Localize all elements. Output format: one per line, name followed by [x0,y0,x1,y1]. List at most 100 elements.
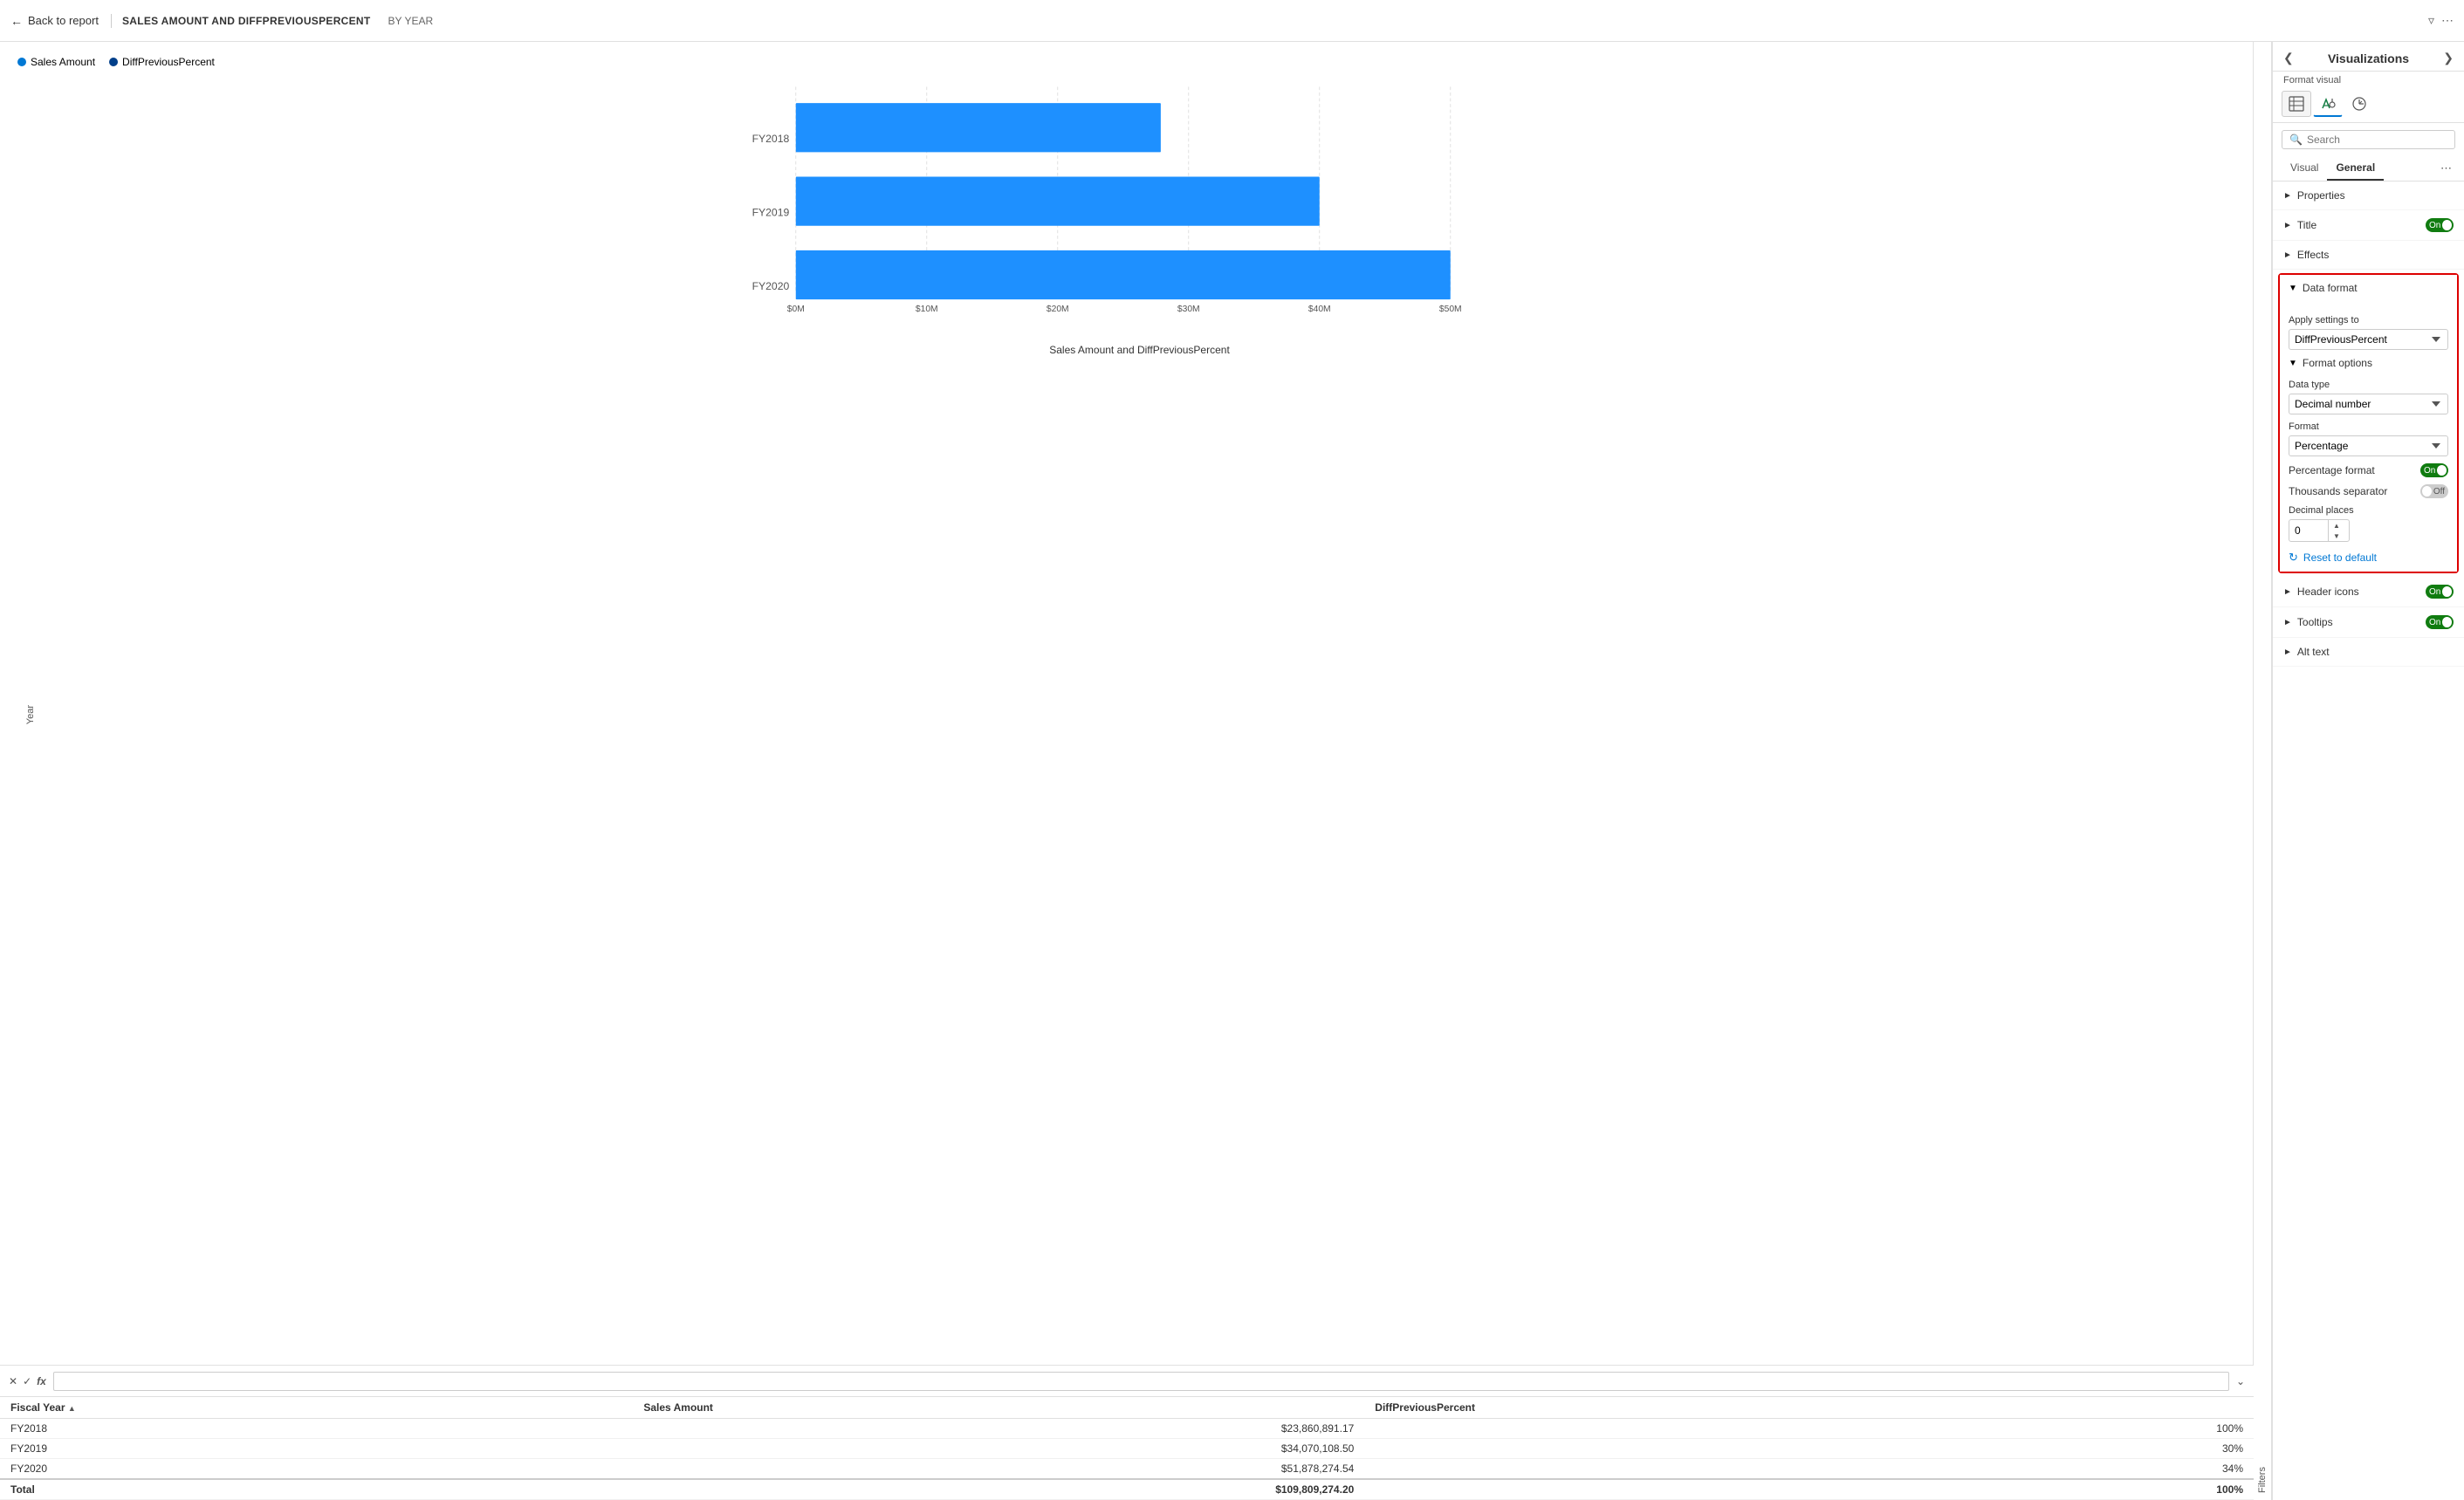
formula-chevron-icon[interactable]: ⌄ [2236,1375,2245,1387]
col-fiscal-year: Fiscal Year ▲ [0,1397,633,1419]
viz-icon-table[interactable] [2282,91,2311,117]
apply-settings-select[interactable]: DiffPreviousPercent [2289,329,2448,350]
legend-dot-sales [17,58,26,66]
close-icon[interactable]: ✕ [9,1375,17,1387]
thousands-separator-label: Thousands separator [2289,485,2387,497]
back-button[interactable]: ← Back to report [10,14,112,28]
svg-text:FY2019: FY2019 [752,207,790,219]
toggle-thumb-hi [2442,586,2452,597]
chart-area: Sales Amount DiffPreviousPercent Year [0,42,2254,1365]
cell-fy2018-diff: 100% [1364,1419,2254,1439]
chevron-down-icon-df: ▼ [2289,284,2297,293]
svg-text:FY2020: FY2020 [752,280,790,292]
cell-fy2018-year: FY2018 [0,1419,633,1439]
filters-tab[interactable]: Filters [2254,42,2272,1500]
legend-label-sales: Sales Amount [31,56,95,68]
data-format-section: ▼ Data format Apply settings to DiffPrev… [2278,273,2459,573]
formula-icons: ✕ ✓ fx [9,1375,46,1387]
viz-panel-title: Visualizations [2328,51,2409,65]
formula-input[interactable] [53,1372,2229,1391]
decimal-places-label: Decimal places [2289,505,2448,516]
viz-icons-row [2273,87,2464,123]
data-format-header[interactable]: ▼ Data format [2280,275,2457,301]
tooltips-toggle[interactable]: On [2426,615,2454,629]
apply-settings-label: Apply settings to [2289,315,2448,325]
legend-diff: DiffPreviousPercent [109,56,215,68]
svg-text:$40M: $40M [1308,305,1331,314]
chart-title: SALES AMOUNT AND DIFFPREVIOUSPERCENT [122,15,371,27]
col-diff: DiffPreviousPercent [1364,1397,2254,1419]
search-input[interactable] [2307,134,2447,146]
spin-up-btn[interactable]: ▲ [2329,520,2344,531]
thousands-separator-toggle[interactable]: Off [2420,484,2448,498]
tab-more-icon[interactable]: ⋯ [2437,156,2455,181]
decimal-places-input-wrap: ▲ ▼ [2289,519,2350,542]
header-icons-toggle[interactable]: On [2426,585,2454,599]
format-select[interactable]: Percentage [2289,435,2448,456]
viz-panel-chevron-right[interactable]: ❯ [2443,51,2454,65]
toggle-thumb-ts [2422,486,2432,497]
svg-text:$0M: $0M [787,305,805,314]
y-axis-container: Year [17,79,44,1351]
x-axis-title: Sales Amount and DiffPreviousPercent [44,344,2235,356]
data-type-select-wrap: Decimal number [2289,394,2448,414]
svg-text:FY2018: FY2018 [752,133,790,145]
tab-general[interactable]: General [2327,156,2384,181]
data-type-select[interactable]: Decimal number [2289,394,2448,414]
by-year-label: BY YEAR [388,15,434,27]
more-options-icon[interactable]: ⋯ [2441,13,2454,28]
tabs-row: Visual General ⋯ [2273,156,2464,182]
legend-dot-diff [109,58,118,66]
table-row: FY2018 $23,860,891.17 100% [0,1419,2254,1439]
chevron-right-icon-effects: ► [2283,250,2292,260]
toggle-thumb [2442,220,2452,230]
toggle-thumb-tt [2442,617,2452,627]
data-format-body: Apply settings to DiffPreviousPercent ▼ … [2280,301,2457,572]
chevron-right-icon: ► [2283,191,2292,201]
table-row: FY2020 $51,878,274.54 34% [0,1459,2254,1480]
section-effects[interactable]: ► Effects [2273,241,2464,270]
section-alt-text[interactable]: ► Alt text [2273,638,2464,667]
table-row: FY2019 $34,070,108.50 30% [0,1439,2254,1459]
viz-icon-analytics[interactable] [2344,91,2374,117]
title-toggle[interactable]: On [2426,218,2454,232]
cell-fy2019-diff: 30% [1364,1439,2254,1459]
cell-fy2020-sales: $51,878,274.54 [633,1459,1364,1480]
spin-down-btn[interactable]: ▼ [2329,531,2344,541]
decimal-places-spin: ▲ ▼ [2328,520,2344,541]
content-area: Sales Amount DiffPreviousPercent Year [0,42,2254,1500]
chevron-right-icon-tt: ► [2283,618,2292,627]
cell-fy2019-year: FY2019 [0,1439,633,1459]
section-properties[interactable]: ► Properties [2273,182,2464,210]
section-header-icons[interactable]: ► Header icons On [2273,577,2464,607]
top-bar: ← Back to report SALES AMOUNT AND DIFFPR… [0,0,2464,42]
viz-panel-header: ❮ Visualizations ❯ [2273,42,2464,72]
viz-icon-format[interactable] [2313,91,2343,117]
legend-sales-amount: Sales Amount [17,56,95,68]
filter-icon[interactable]: ▿ [2428,13,2434,28]
formula-bar: ✕ ✓ fx ⌄ [0,1366,2254,1397]
section-tooltips[interactable]: ► Tooltips On [2273,607,2464,638]
cell-fy2020-year: FY2020 [0,1459,633,1480]
effects-label: Effects [2297,249,2329,261]
back-arrow-icon: ← [10,14,23,28]
decimal-places-input[interactable] [2289,522,2328,539]
format-options-label: Format options [2303,357,2448,369]
check-icon[interactable]: ✓ [23,1375,31,1387]
svg-text:$10M: $10M [916,305,938,314]
percentage-format-row: Percentage format On [2289,463,2448,477]
search-icon: 🔍 [2289,134,2303,146]
chart-legend: Sales Amount DiffPreviousPercent [17,56,2235,68]
alt-text-label: Alt text [2297,646,2330,658]
chart-inner: FY2018 FY2019 FY2020 $0M $10M $20M $30M [44,79,2235,1351]
section-title[interactable]: ► Title On [2273,210,2464,241]
reset-row[interactable]: ↻ Reset to default [2289,551,2448,565]
format-options-row[interactable]: ▼ Format options [2289,350,2448,373]
tab-visual[interactable]: Visual [2282,156,2327,181]
viz-panel-chevron-left[interactable]: ❮ [2283,51,2294,65]
cell-fy2019-sales: $34,070,108.50 [633,1439,1364,1459]
legend-label-diff: DiffPreviousPercent [122,56,215,68]
chevron-down-icon-fo: ▼ [2289,359,2297,368]
percentage-format-toggle[interactable]: On [2420,463,2448,477]
sort-arrow-icon: ▲ [68,1404,76,1413]
